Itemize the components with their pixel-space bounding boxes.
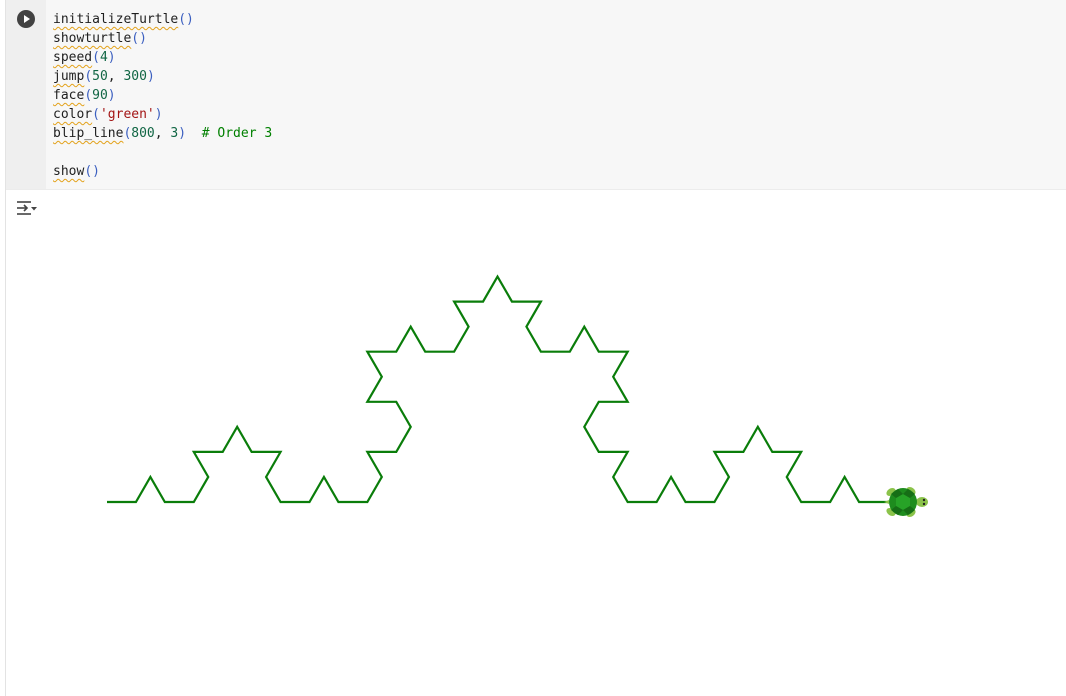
notebook-page: initializeTurtle() showturtle() speed(4) ju… <box>0 0 1066 696</box>
turtle-icon <box>884 486 928 518</box>
koch-curve-line <box>107 274 888 504</box>
turtle-canvas <box>107 274 928 518</box>
